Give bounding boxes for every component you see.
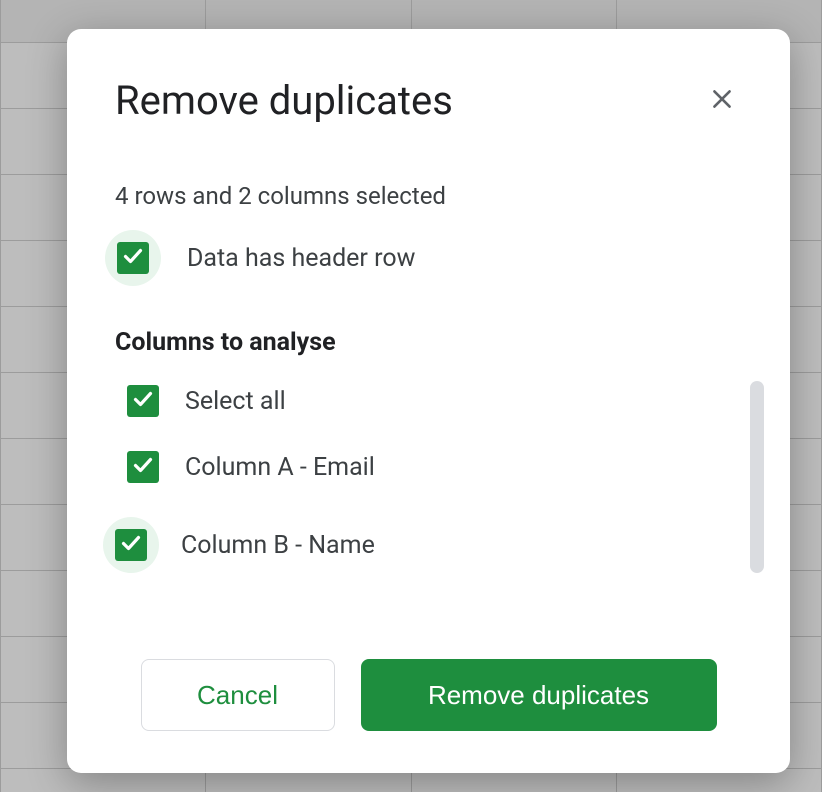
header-row-label: Data has header row	[187, 244, 415, 273]
column-b-checkbox-halo	[103, 517, 159, 573]
remove-duplicates-button[interactable]: Remove duplicates	[361, 659, 717, 731]
column-b-checkbox[interactable]	[115, 529, 147, 561]
column-a-checkbox[interactable]	[127, 451, 159, 483]
checkmark-icon	[121, 244, 145, 272]
columns-scrollbar[interactable]	[750, 381, 764, 573]
columns-to-analyse-title: Columns to analyse	[115, 328, 742, 357]
close-button[interactable]	[702, 81, 742, 121]
remove-duplicates-dialog: Remove duplicates 4 rows and 2 columns s…	[67, 29, 790, 773]
header-row-checkbox[interactable]	[117, 242, 149, 274]
column-b-label: Column B - Name	[181, 531, 375, 560]
checkmark-icon	[131, 453, 155, 481]
select-all-label: Select all	[185, 387, 286, 416]
close-icon	[709, 86, 735, 115]
select-all-checkbox[interactable]	[127, 385, 159, 417]
cancel-button[interactable]: Cancel	[141, 659, 335, 731]
selection-info: 4 rows and 2 columns selected	[115, 182, 742, 210]
column-a-label: Column A - Email	[185, 453, 375, 482]
dialog-title: Remove duplicates	[115, 77, 453, 124]
checkmark-icon	[119, 531, 143, 559]
header-row-checkbox-halo	[105, 230, 161, 286]
checkmark-icon	[131, 387, 155, 415]
